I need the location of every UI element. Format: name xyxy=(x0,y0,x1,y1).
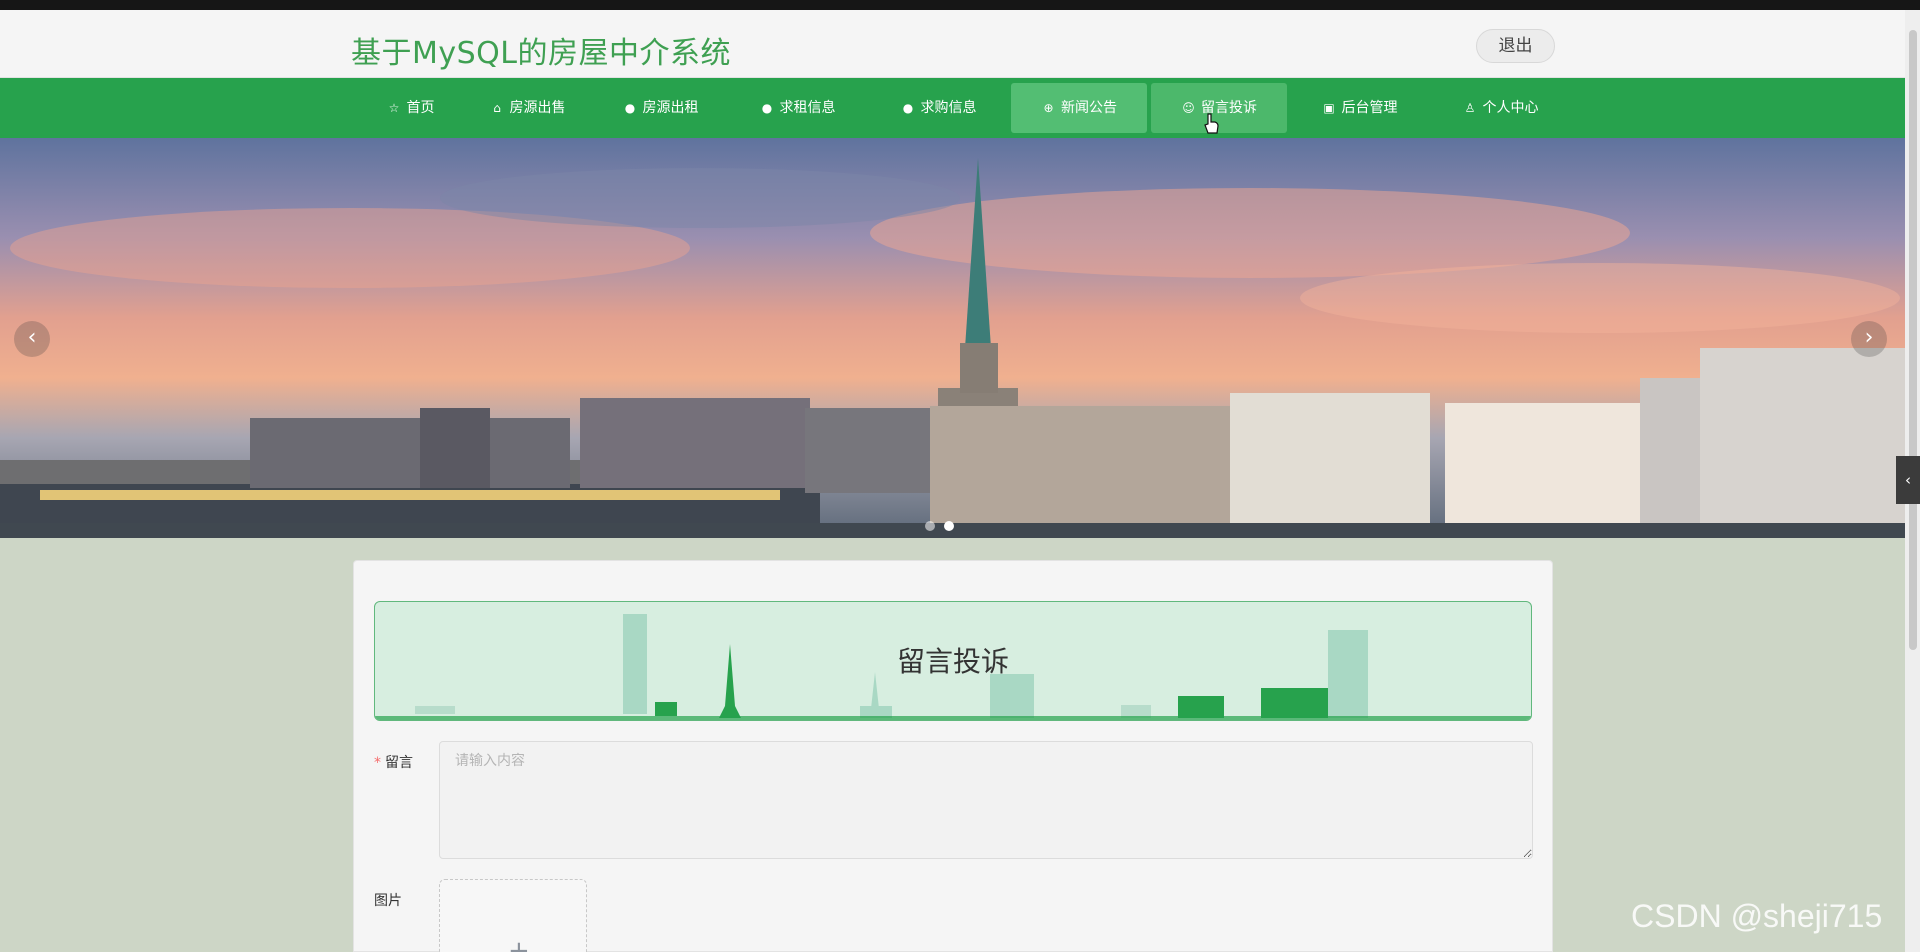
nav-item-profile[interactable]: ♙ 个人中心 xyxy=(1438,83,1563,133)
chat-icon: ☺ xyxy=(1182,101,1195,115)
logout-button[interactable]: 退出 xyxy=(1476,29,1555,63)
carousel-next-button[interactable]: › xyxy=(1851,321,1887,357)
nav-item-admin[interactable]: ▣ 后台管理 xyxy=(1297,83,1422,133)
nav-item-house-rent[interactable]: ● 房源出租 xyxy=(598,83,723,133)
image-upload-box[interactable]: + xyxy=(439,879,587,952)
nav-item-home[interactable]: ☆ 首页 xyxy=(348,83,473,133)
hand-cursor-icon xyxy=(1204,113,1219,134)
hero-carousel[interactable]: ‹ › xyxy=(0,138,1905,538)
nav-label: 个人中心 xyxy=(1482,100,1539,116)
nav-item-rent-wanted[interactable]: ● 求租信息 xyxy=(735,83,860,133)
image-label: 图片 xyxy=(374,893,402,909)
message-textarea[interactable] xyxy=(439,741,1533,859)
carousel-indicators xyxy=(925,516,963,535)
bag-icon: ⌂ xyxy=(493,101,501,115)
nav-label: 求购信息 xyxy=(920,100,977,116)
carousel-dot[interactable] xyxy=(925,521,935,531)
star-icon: ☆ xyxy=(388,101,400,115)
required-mark: * xyxy=(374,755,381,771)
carousel-dot-active[interactable] xyxy=(944,521,954,531)
help-icon: ● xyxy=(761,101,773,115)
globe-icon: ⊕ xyxy=(1043,101,1054,115)
site-title: 基于MySQL的房屋中介系统 xyxy=(351,36,732,71)
watermark: CSDN @sheji715 xyxy=(1631,898,1883,934)
main-nav: ☆ 首页 ⌂ 房源出售 ● 房源出租 ● 求租信息 ● 求购信息 ⊕ 新闻公告 ☺ 留言投诉 … xyxy=(0,78,1905,138)
scrollbar-thumb[interactable] xyxy=(1909,30,1917,650)
nav-item-buy-wanted[interactable]: ● 求购信息 xyxy=(876,83,1001,133)
city-skyline-photo xyxy=(0,138,1905,538)
side-drawer-toggle[interactable]: ‹ xyxy=(1896,456,1920,504)
nav-label: 房源出售 xyxy=(509,100,566,116)
plus-icon: + xyxy=(508,936,530,952)
window-top-bar xyxy=(0,0,1920,10)
nav-label: 新闻公告 xyxy=(1061,100,1117,116)
nav-label: 求租信息 xyxy=(779,100,836,116)
message-label: * 留言 xyxy=(374,752,413,772)
section-title-banner: 留言投诉 xyxy=(374,601,1532,721)
info-icon: ● xyxy=(902,101,914,115)
user-icon: ♙ xyxy=(1464,101,1476,115)
nav-item-news[interactable]: ⊕ 新闻公告 xyxy=(1011,83,1147,133)
nav-item-house-sale[interactable]: ⌂ 房源出售 xyxy=(465,83,590,133)
section-title: 留言投诉 xyxy=(896,645,1009,678)
nav-label: 后台管理 xyxy=(1341,100,1398,116)
site-header: 基于MySQL的房屋中介系统 退出 xyxy=(0,10,1905,78)
feedback-form-card: 留言投诉 *留言 图片 + xyxy=(353,560,1553,952)
nav-label: 首页 xyxy=(406,100,435,116)
info-icon: ● xyxy=(624,101,636,115)
nav-label: 房源出租 xyxy=(642,100,699,116)
clipboard-icon: ▣ xyxy=(1323,101,1335,115)
message-label-text: 留言 xyxy=(385,755,413,771)
carousel-prev-button[interactable]: ‹ xyxy=(14,321,50,357)
